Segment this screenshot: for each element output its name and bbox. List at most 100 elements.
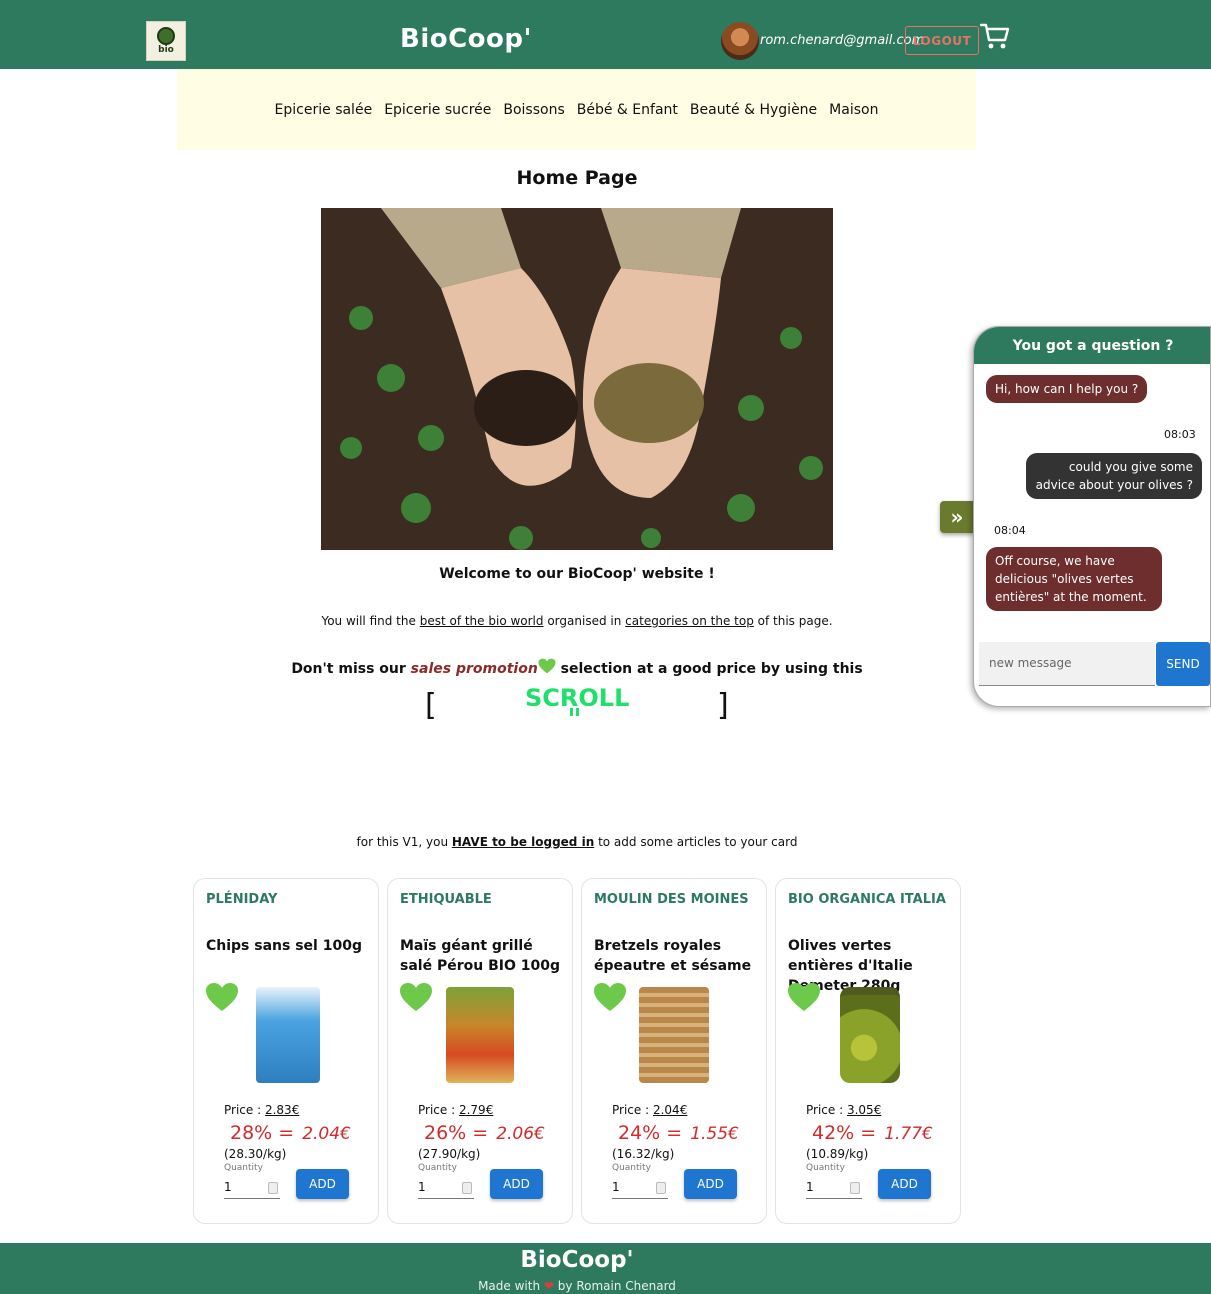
chat-send-button[interactable]: SEND [1156, 642, 1210, 686]
favorite-heart-icon[interactable] [399, 982, 433, 1012]
favorite-heart-icon[interactable] [205, 982, 239, 1012]
footer: BioCoop' Made with ❤ by Romain Chenard [0, 1243, 1211, 1294]
cart-icon[interactable] [980, 22, 1010, 50]
category-epicerie-salee[interactable]: Epicerie salée [275, 102, 373, 118]
quantity-label: Quantity [224, 1163, 263, 1173]
quantity-stepper[interactable] [656, 1182, 666, 1194]
product-image[interactable] [446, 987, 514, 1083]
product-brand: MOULIN DES MOINES [594, 892, 749, 907]
product-price: Price : 2.83€ [224, 1103, 299, 1117]
product-brand: ETHIQUABLE [400, 892, 492, 907]
user-avatar[interactable] [721, 22, 759, 60]
login-prefix: for this V1, you [356, 835, 449, 849]
discount-percent: 26% = [424, 1122, 489, 1144]
quantity-stepper[interactable] [462, 1182, 472, 1194]
page-title: Home Page [516, 167, 638, 189]
promo-price: 1.55€ [690, 1124, 739, 1144]
footer-brand: BioCoop' [520, 1247, 634, 1273]
category-maison[interactable]: Maison [829, 102, 878, 118]
site-brand[interactable]: BioCoop' [400, 24, 532, 54]
product-price: Price : 3.05€ [806, 1103, 881, 1117]
discount: 28% = 2.04€ [230, 1122, 351, 1144]
product-brand: PLÉNIDAY [206, 892, 278, 907]
product-card[interactable]: ETHIQUABLE Maïs géant grillé salé Pérou … [387, 878, 573, 1224]
quantity-value: 1 [418, 1180, 426, 1194]
promo-prefix: Don't miss our [291, 661, 406, 677]
best-bio-link[interactable]: best of the bio world [420, 614, 544, 628]
product-card[interactable]: MOULIN DES MOINES Bretzels royales épeau… [581, 878, 767, 1224]
quantity-input[interactable]: 1 [806, 1177, 862, 1199]
discount: 42% = 1.77€ [812, 1122, 933, 1144]
price-value: 2.04€ [652, 1103, 688, 1117]
price-per-kg: (28.30/kg) [224, 1147, 287, 1161]
promo-price: 2.04€ [302, 1124, 351, 1144]
product-price: Price : 2.79€ [418, 1103, 493, 1117]
hands-soil-illustration [321, 208, 833, 550]
price-per-kg: (27.90/kg) [418, 1147, 481, 1161]
discount: 24% = 1.55€ [618, 1122, 739, 1144]
product-image[interactable] [256, 987, 320, 1083]
price-label: Price : [224, 1103, 262, 1117]
price-per-kg: (10.89/kg) [806, 1147, 869, 1161]
categories-link[interactable]: categories on the top [625, 614, 754, 628]
user-email: rom.chenard@gmail.com [760, 33, 925, 48]
category-epicerie-sucree[interactable]: Epicerie sucrée [384, 102, 491, 118]
double-chevron-right-icon: » [950, 505, 964, 529]
green-heart-icon [538, 658, 556, 674]
discount-percent: 24% = [618, 1122, 683, 1144]
favorite-heart-icon[interactable] [787, 982, 821, 1012]
product-cards: PLÉNIDAY Chips sans sel 100g Price : 2.8… [193, 878, 961, 1224]
red-heart-icon: ❤ [543, 1279, 554, 1293]
chat-timestamp: 08:03 [1164, 428, 1196, 441]
product-name[interactable]: Chips sans sel 100g [206, 936, 372, 956]
scroll-arrow-icon [570, 708, 580, 716]
product-image[interactable] [639, 987, 709, 1083]
promo-suffix: selection at a good price by using this [560, 661, 863, 677]
discount: 26% = 2.06€ [424, 1122, 545, 1144]
favorite-heart-icon[interactable] [593, 982, 627, 1012]
product-image[interactable] [840, 987, 900, 1083]
login-link[interactable]: HAVE to be logged in [452, 835, 594, 849]
bio-logo[interactable]: bio [146, 21, 186, 61]
quantity-stepper[interactable] [850, 1182, 860, 1194]
price-label: Price : [612, 1103, 650, 1117]
product-card[interactable]: BIO ORGANICA ITALIA Olives vertes entièr… [775, 878, 961, 1224]
login-note: for this V1, you HAVE to be logged in to… [0, 835, 1154, 849]
chat-message-user: could you give some advice about your ol… [1026, 453, 1202, 499]
bracket-right: ] [717, 688, 729, 723]
chat-title: You got a question ? [974, 327, 1210, 364]
bracket-left: [ [425, 688, 437, 723]
quantity-label: Quantity [418, 1163, 457, 1173]
chat-toggle-button[interactable]: » [940, 501, 974, 533]
logo-text: bio [158, 45, 174, 55]
product-price: Price : 2.04€ [612, 1103, 687, 1117]
made-suffix: by Romain Chenard [557, 1279, 676, 1293]
quantity-input[interactable]: 1 [612, 1177, 668, 1199]
quantity-input[interactable]: 1 [418, 1177, 474, 1199]
hero-image [321, 208, 833, 550]
quantity-input[interactable]: 1 [224, 1177, 280, 1199]
category-bebe-enfant[interactable]: Bébé & Enfant [577, 102, 678, 118]
chat-message-bot: Hi, how can I help you ? [986, 375, 1148, 403]
footer-credit: Made with ❤ by Romain Chenard [0, 1279, 1154, 1293]
quantity-value: 1 [806, 1180, 814, 1194]
category-beaute-hygiene[interactable]: Beauté & Hygiène [690, 102, 817, 118]
logout-button[interactable]: LOGOUT [905, 26, 979, 55]
add-to-cart-button[interactable]: ADD [878, 1169, 931, 1199]
price-label: Price : [418, 1103, 456, 1117]
quantity-value: 1 [224, 1180, 232, 1194]
product-name[interactable]: Maïs géant grillé salé Pérou BIO 100g [400, 936, 566, 976]
add-to-cart-button[interactable]: ADD [490, 1169, 543, 1199]
product-name[interactable]: Bretzels royales épeautre et sésame [594, 936, 760, 976]
category-boissons[interactable]: Boissons [503, 102, 564, 118]
add-to-cart-button[interactable]: ADD [684, 1169, 737, 1199]
scroll-label: SCROLL [525, 684, 629, 706]
quantity-stepper[interactable] [268, 1182, 278, 1194]
intro-middle: organised in [547, 614, 622, 628]
add-to-cart-button[interactable]: ADD [296, 1169, 349, 1199]
product-card[interactable]: PLÉNIDAY Chips sans sel 100g Price : 2.8… [193, 878, 379, 1224]
promo-price: 2.06€ [496, 1124, 545, 1144]
scroll-indicator[interactable]: [ SCROLL ] [425, 684, 729, 724]
chat-message-input[interactable]: new message [979, 642, 1155, 686]
intro-prefix: You will find the [321, 614, 416, 628]
